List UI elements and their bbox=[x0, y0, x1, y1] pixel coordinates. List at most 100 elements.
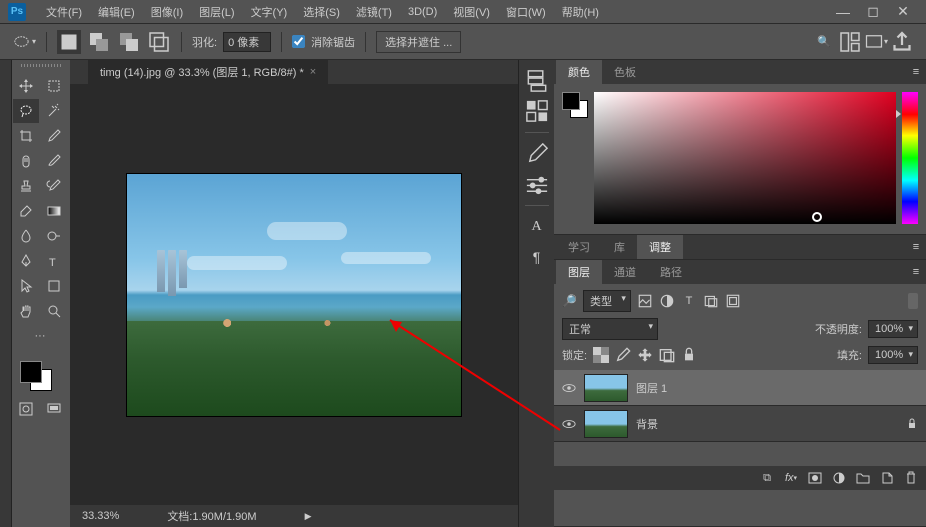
search-icon[interactable]: 🔍 bbox=[812, 30, 836, 54]
lock-trans-icon[interactable] bbox=[593, 347, 609, 363]
filter-pixel-icon[interactable] bbox=[637, 293, 653, 309]
canvas-viewport[interactable] bbox=[70, 84, 518, 505]
tool-preset-icon[interactable]: ▾ bbox=[12, 30, 36, 54]
menu-filter[interactable]: 滤镜(T) bbox=[348, 0, 400, 24]
para-panel-icon[interactable]: ¶ bbox=[524, 244, 550, 270]
layer-name[interactable]: 图层 1 bbox=[636, 380, 918, 396]
filter-smart-icon[interactable] bbox=[725, 293, 741, 309]
brush-tool-icon[interactable] bbox=[41, 149, 67, 173]
marquee-tool-icon[interactable] bbox=[41, 74, 67, 98]
share-icon[interactable] bbox=[890, 30, 914, 54]
new-layer-icon[interactable] bbox=[880, 471, 894, 485]
layer-fx-icon[interactable]: fx▾ bbox=[784, 471, 798, 485]
hue-slider[interactable] bbox=[902, 92, 918, 224]
menu-edit[interactable]: 编辑(E) bbox=[90, 0, 143, 24]
tab-color[interactable]: 颜色 bbox=[556, 60, 602, 84]
zoom-tool-icon[interactable] bbox=[41, 299, 67, 323]
lock-paint-icon[interactable] bbox=[615, 347, 631, 363]
healing-tool-icon[interactable] bbox=[13, 149, 39, 173]
minimize-icon[interactable]: — bbox=[828, 2, 858, 22]
properties-panel-icon[interactable] bbox=[524, 98, 550, 124]
filter-adjust-icon[interactable] bbox=[659, 293, 675, 309]
maximize-icon[interactable]: ◻ bbox=[858, 2, 888, 22]
history-panel-icon[interactable] bbox=[524, 68, 550, 94]
stamp-tool-icon[interactable] bbox=[13, 174, 39, 198]
filter-toggle[interactable] bbox=[908, 293, 918, 309]
filter-type-icon[interactable]: T bbox=[681, 293, 697, 309]
visibility-icon[interactable] bbox=[562, 381, 576, 395]
magic-wand-tool-icon[interactable] bbox=[41, 99, 67, 123]
layer-name[interactable]: 背景 bbox=[636, 416, 898, 432]
link-layers-icon[interactable]: ⧉ bbox=[760, 471, 774, 485]
visibility-icon[interactable] bbox=[562, 417, 576, 431]
add-selection-icon[interactable] bbox=[87, 30, 111, 54]
screenmode-icon[interactable] bbox=[41, 397, 67, 421]
panel-menu-icon[interactable]: ≡ bbox=[906, 235, 926, 259]
eyedropper-tool-icon[interactable] bbox=[41, 124, 67, 148]
hand-tool-icon[interactable] bbox=[13, 299, 39, 323]
close-icon[interactable]: ✕ bbox=[888, 2, 918, 22]
arrange-docs-icon[interactable] bbox=[838, 30, 862, 54]
menu-view[interactable]: 视图(V) bbox=[445, 0, 498, 24]
tab-swatches[interactable]: 色板 bbox=[602, 60, 648, 84]
tab-channels[interactable]: 通道 bbox=[602, 260, 648, 284]
tab-paths[interactable]: 路径 bbox=[648, 260, 694, 284]
char-panel-icon[interactable]: A bbox=[524, 214, 550, 240]
pen-tool-icon[interactable] bbox=[13, 249, 39, 273]
menu-window[interactable]: 窗口(W) bbox=[498, 0, 554, 24]
quickmask-icon[interactable] bbox=[13, 397, 39, 421]
path-select-tool-icon[interactable] bbox=[13, 274, 39, 298]
tab-libraries[interactable]: 库 bbox=[602, 235, 637, 259]
tab-layers[interactable]: 图层 bbox=[556, 260, 602, 284]
layer-mask-icon[interactable] bbox=[808, 471, 822, 485]
menu-type[interactable]: 文字(Y) bbox=[243, 0, 296, 24]
type-tool-icon[interactable]: T bbox=[41, 249, 67, 273]
layer-group-icon[interactable] bbox=[856, 471, 870, 485]
select-and-mask-button[interactable]: 选择并遮住 ... bbox=[376, 31, 461, 53]
layer-filter-dropdown[interactable]: 类型 bbox=[583, 290, 631, 312]
color-field[interactable] bbox=[594, 92, 896, 224]
color-panel-swatch[interactable] bbox=[562, 92, 588, 118]
document-tab[interactable]: timg (14).jpg @ 33.3% (图层 1, RGB/8#) * × bbox=[88, 60, 328, 84]
tab-adjustments[interactable]: 调整 bbox=[637, 235, 683, 259]
menu-layer[interactable]: 图层(L) bbox=[191, 0, 242, 24]
lock-nest-icon[interactable] bbox=[659, 347, 675, 363]
layer-row[interactable]: 图层 1 bbox=[554, 370, 926, 406]
antialias-checkbox[interactable] bbox=[292, 35, 305, 48]
blend-mode-dropdown[interactable]: 正常 bbox=[562, 318, 658, 340]
brush-settings-panel-icon[interactable] bbox=[524, 171, 550, 197]
shape-tool-icon[interactable] bbox=[41, 274, 67, 298]
collapse-strip[interactable] bbox=[0, 60, 12, 527]
menu-image[interactable]: 图像(I) bbox=[143, 0, 191, 24]
filter-shape-icon[interactable] bbox=[703, 293, 719, 309]
lock-pos-icon[interactable] bbox=[637, 347, 653, 363]
dodge-tool-icon[interactable] bbox=[41, 224, 67, 248]
toolbox-grip-icon[interactable] bbox=[21, 64, 61, 67]
adjustment-layer-icon[interactable] bbox=[832, 471, 846, 485]
gradient-tool-icon[interactable] bbox=[41, 199, 67, 223]
new-selection-icon[interactable] bbox=[57, 30, 81, 54]
fill-input[interactable]: 100% bbox=[868, 346, 918, 364]
history-brush-tool-icon[interactable] bbox=[41, 174, 67, 198]
menu-file[interactable]: 文件(F) bbox=[38, 0, 90, 24]
delete-layer-icon[interactable] bbox=[904, 471, 918, 485]
tab-close-icon[interactable]: × bbox=[310, 66, 316, 78]
intersect-selection-icon[interactable] bbox=[147, 30, 171, 54]
crop-tool-icon[interactable] bbox=[13, 124, 39, 148]
edit-toolbar-icon[interactable]: ··· bbox=[13, 324, 67, 348]
zoom-level[interactable]: 33.33% bbox=[82, 510, 119, 522]
brushes-panel-icon[interactable] bbox=[524, 141, 550, 167]
lock-all-icon[interactable] bbox=[681, 347, 697, 363]
color-swatch[interactable] bbox=[12, 357, 70, 397]
status-chevron-icon[interactable]: ▶ bbox=[305, 511, 312, 522]
menu-3d[interactable]: 3D(D) bbox=[400, 0, 445, 24]
layer-row[interactable]: 背景 bbox=[554, 406, 926, 442]
opacity-input[interactable]: 100% bbox=[868, 320, 918, 338]
workspace-icon[interactable]: ▾ bbox=[864, 30, 888, 54]
panel-menu-icon[interactable]: ≡ bbox=[906, 260, 926, 284]
menu-help[interactable]: 帮助(H) bbox=[554, 0, 607, 24]
lasso-tool-icon[interactable] bbox=[13, 99, 39, 123]
tab-learn[interactable]: 学习 bbox=[556, 235, 602, 259]
move-tool-icon[interactable] bbox=[13, 74, 39, 98]
panel-menu-icon[interactable]: ≡ bbox=[906, 60, 926, 84]
